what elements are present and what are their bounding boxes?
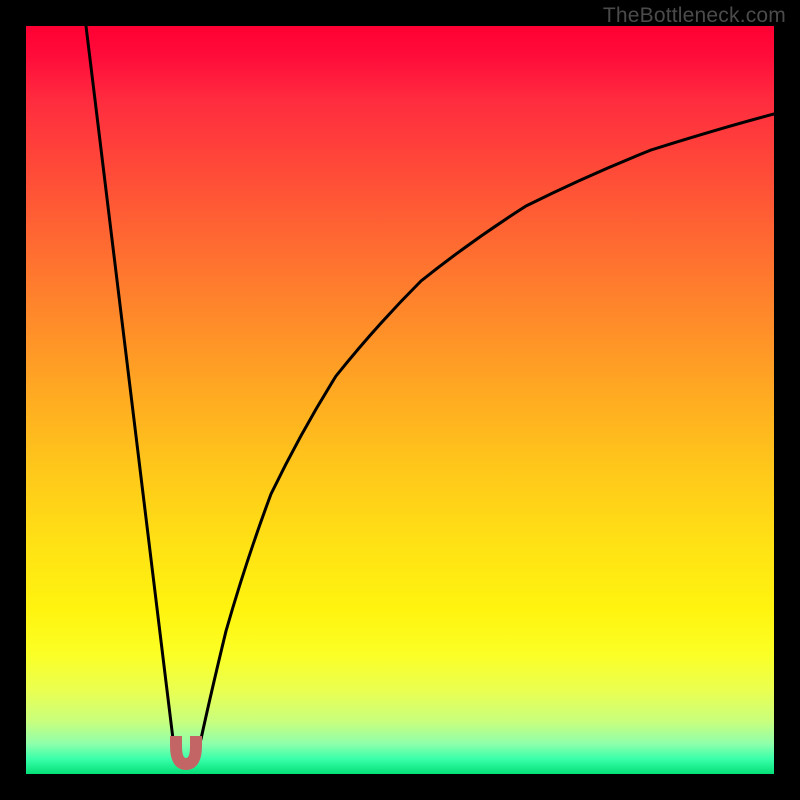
chart-frame: TheBottleneck.com [0,0,800,800]
bottleneck-curve-left [86,26,178,763]
minimum-marker-icon [168,736,204,774]
watermark-text: TheBottleneck.com [603,4,786,28]
curve-layer [26,26,774,774]
bottleneck-curve-right [194,114,774,763]
plot-area [26,26,774,774]
